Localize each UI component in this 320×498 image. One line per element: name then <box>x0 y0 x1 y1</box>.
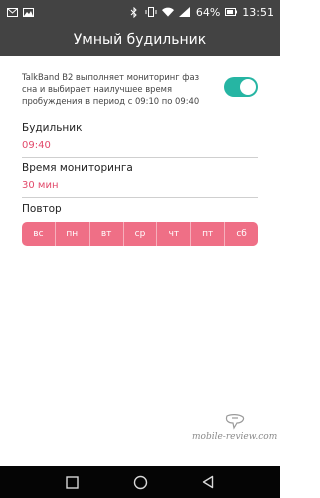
status-time: 13:51 <box>242 5 274 19</box>
signal-icon <box>179 6 191 18</box>
day-wednesday[interactable]: ср <box>124 222 158 246</box>
vibrate-icon <box>145 6 157 18</box>
divider <box>22 197 258 198</box>
alarm-label: Будильник <box>22 122 83 134</box>
back-button[interactable] <box>200 474 216 490</box>
repeat-days: вс пн вт ср чт пт сб <box>22 222 258 246</box>
divider <box>22 157 258 158</box>
monitoring-row: TalkBand B2 выполняет мониторинг фаз сна… <box>22 71 258 107</box>
day-friday[interactable]: пт <box>191 222 226 246</box>
day-saturday[interactable]: сб <box>225 222 258 246</box>
navigation-bar <box>0 466 280 498</box>
monitoring-description: TalkBand B2 выполняет мониторинг фаз сна… <box>22 72 200 106</box>
wifi-icon <box>161 6 174 18</box>
recent-apps-button[interactable] <box>64 474 80 490</box>
status-bar: 64% 13:51 <box>0 0 280 24</box>
repeat-section: Повтор <box>22 203 258 215</box>
monitoring-time-value: 30 мин <box>22 180 59 191</box>
smart-alarm-toggle[interactable] <box>224 77 258 97</box>
day-sunday[interactable]: вс <box>22 222 56 246</box>
day-tuesday[interactable]: вт <box>90 222 124 246</box>
toggle-knob <box>240 79 256 95</box>
bluetooth-icon <box>128 6 140 18</box>
watermark: mobile-review.com <box>192 414 277 442</box>
monitoring-time-setting[interactable]: Время мониторинга 30 мин <box>22 162 258 198</box>
home-button[interactable] <box>132 474 148 490</box>
battery-icon <box>225 6 238 18</box>
title-bar: Умный будильник <box>0 24 280 56</box>
image-icon <box>22 6 34 18</box>
day-thursday[interactable]: чт <box>157 222 192 246</box>
settings-content: TalkBand B2 выполняет мониторинг фаз сна… <box>0 56 280 466</box>
day-monday[interactable]: пн <box>56 222 90 246</box>
alarm-value: 09:40 <box>22 140 51 151</box>
watermark-text: mobile-review.com <box>192 432 278 442</box>
mail-icon <box>6 6 18 18</box>
monitoring-time-label: Время мониторинга <box>22 162 133 174</box>
watermark-logo-icon <box>223 414 247 430</box>
page-title: Умный будильник <box>73 32 207 48</box>
battery-percent: 64% <box>195 5 221 19</box>
alarm-setting[interactable]: Будильник 09:40 <box>22 122 258 158</box>
repeat-label: Повтор <box>22 203 62 215</box>
